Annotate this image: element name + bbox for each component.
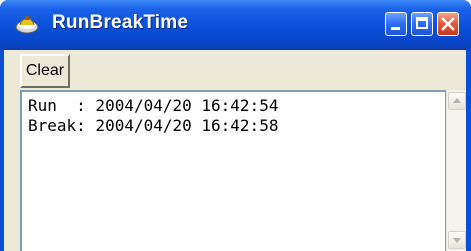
maximize-icon [416,17,428,29]
break-time-line: Break: 2004/04/20 16:42:58 [28,116,279,135]
scroll-down-button[interactable] [448,231,466,249]
minimize-button[interactable] [385,12,407,36]
app-window: RunBreakTime Clear Run : 2004/04/20 16:4… [0,0,471,251]
arrow-down-icon [453,238,461,243]
window-border-right [466,50,471,251]
log-text-area[interactable]: Run : 2004/04/20 16:42:54 Break: 2004/04… [20,90,446,251]
minimize-icon [391,27,400,30]
app-icon [15,16,39,34]
arrow-up-icon [453,98,461,103]
clear-button[interactable]: Clear [20,54,70,88]
window-title: RunBreakTime [52,12,189,33]
title-bar[interactable]: RunBreakTime [0,0,471,50]
run-time-line: Run : 2004/04/20 16:42:54 [28,96,279,115]
scroll-up-button[interactable] [448,92,466,110]
maximize-button[interactable] [411,12,433,36]
close-button[interactable] [437,12,459,36]
vertical-scrollbar[interactable] [446,90,466,251]
close-icon [441,17,455,31]
